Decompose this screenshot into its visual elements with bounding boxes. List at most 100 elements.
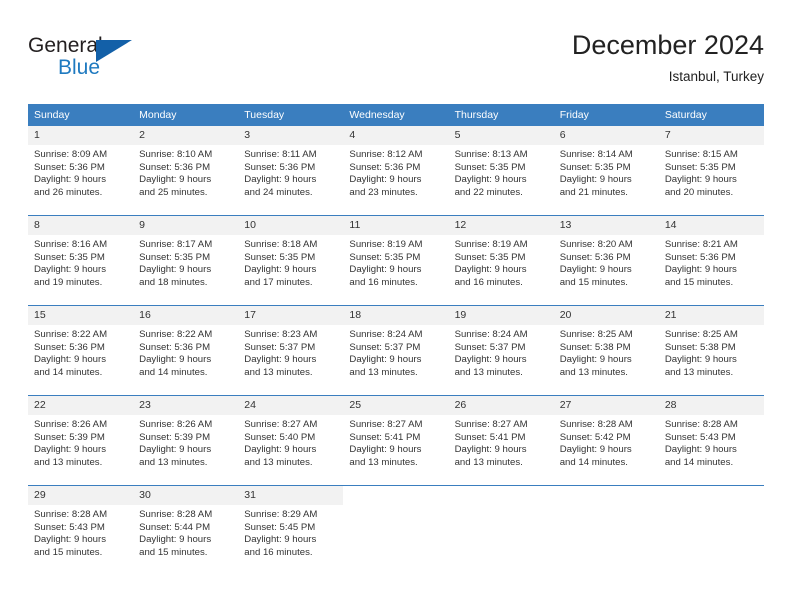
- daylight-line-1: Daylight: 9 hours: [559, 444, 632, 456]
- calendar-day-cell[interactable]: 16 Sunrise: 8:22 AM Sunset: 5:36 PM Dayligh…: [133, 305, 239, 396]
- calendar-day-cell[interactable]: 3 Sunrise: 8:11 AM Sunset: 5:36 PM Daylight…: [238, 126, 344, 216]
- day-number: 9: [133, 216, 239, 235]
- calendar-day-cell[interactable]: 18 Sunrise: 8:24 AM Sunset: 5:37 PM Dayligh…: [343, 305, 449, 396]
- sunset-time: Sunset: 5:35 PM: [244, 251, 316, 263]
- sunrise-time: Sunrise: 8:22 AM: [139, 329, 213, 340]
- day-details: Sunrise: 8:27 AM Sunset: 5:41 PM Daylight:…: [449, 415, 554, 469]
- calendar-day-cell[interactable]: 27 Sunrise: 8:28 AM Sunset: 5:42 PM Dayligh…: [553, 395, 659, 486]
- daylight-line-1: Daylight: 9 hours: [34, 534, 106, 546]
- calendar-day-cell[interactable]: 6 Sunrise: 8:14 AM Sunset: 5:35 PM Daylight…: [553, 126, 659, 216]
- calendar-day-cell[interactable]: 8 Sunrise: 8:16 AM Sunset: 5:35 PM Daylight…: [28, 215, 134, 306]
- calendar-day-cell[interactable]: 21 Sunrise: 8:25 AM Sunset: 5:38 PM Dayligh…: [658, 305, 764, 396]
- daylight-line-2: and 15 minutes.: [139, 546, 208, 558]
- sunset-time: Sunset: 5:35 PM: [139, 251, 211, 263]
- calendar-day-cell[interactable]: 20 Sunrise: 8:25 AM Sunset: 5:38 PM Dayligh…: [553, 305, 659, 396]
- daylight-line-2: and 20 minutes.: [664, 186, 734, 198]
- daylight-line-1: Daylight: 9 hours: [34, 174, 106, 186]
- calendar-day-cell[interactable]: 17 Sunrise: 8:23 AM Sunset: 5:37 PM Dayligh…: [238, 305, 344, 396]
- calendar-day-cell[interactable]: [448, 485, 554, 575]
- weekday-header-sunday: Sunday: [28, 104, 134, 126]
- day-cell-inner: [343, 486, 448, 575]
- sunrise-time: Sunrise: 8:15 AM: [664, 149, 738, 160]
- day-cell-inner: 8 Sunrise: 8:16 AM Sunset: 5:35 PM Daylight…: [28, 216, 134, 305]
- day-details: Sunrise: 8:28 AM Sunset: 5:42 PM Daylight:…: [554, 415, 659, 469]
- daylight-line-2: and 13 minutes.: [559, 366, 628, 378]
- sunrise-time: Sunrise: 8:18 AM: [244, 239, 318, 250]
- calendar-day-cell[interactable]: 9 Sunrise: 8:17 AM Sunset: 5:35 PM Daylight…: [133, 215, 239, 306]
- sunrise-time: Sunrise: 8:28 AM: [139, 509, 213, 520]
- sunset-time: Sunset: 5:43 PM: [664, 431, 736, 443]
- sunset-time: Sunset: 5:44 PM: [139, 521, 211, 533]
- day-number: 6: [553, 126, 659, 145]
- day-cell-inner: 14 Sunrise: 8:21 AM Sunset: 5:36 PM Dayligh…: [658, 216, 764, 305]
- daylight-line-1: Daylight: 9 hours: [349, 354, 422, 366]
- day-details: Sunrise: 8:12 AM Sunset: 5:36 PM Daylight:…: [343, 145, 448, 199]
- calendar-day-cell[interactable]: 7 Sunrise: 8:15 AM Sunset: 5:35 PM Daylight…: [658, 126, 764, 216]
- day-details: Sunrise: 8:17 AM Sunset: 5:35 PM Daylight:…: [133, 235, 238, 289]
- calendar-day-cell[interactable]: 22 Sunrise: 8:26 AM Sunset: 5:39 PM Dayligh…: [28, 395, 134, 486]
- calendar-day-cell[interactable]: 28 Sunrise: 8:28 AM Sunset: 5:43 PM Dayligh…: [658, 395, 764, 486]
- general-blue-logo[interactable]: General Blue: [28, 32, 158, 88]
- weekday-header-thursday: Thursday: [448, 104, 554, 126]
- calendar-day-cell[interactable]: 19 Sunrise: 8:24 AM Sunset: 5:37 PM Dayligh…: [448, 305, 554, 396]
- sunset-time: Sunset: 5:36 PM: [559, 251, 631, 263]
- calendar-day-cell[interactable]: 15 Sunrise: 8:22 AM Sunset: 5:36 PM Dayligh…: [28, 305, 134, 396]
- logo-word-blue: Blue: [58, 56, 101, 79]
- daylight-line-2: and 23 minutes.: [349, 186, 418, 198]
- calendar-day-cell[interactable]: 1 Sunrise: 8:09 AM Sunset: 5:36 PM Daylight…: [28, 126, 134, 216]
- day-cell-inner: [659, 486, 764, 575]
- day-number: [449, 486, 554, 505]
- calendar-day-cell[interactable]: 25 Sunrise: 8:27 AM Sunset: 5:41 PM Dayligh…: [343, 395, 449, 486]
- day-number: [554, 486, 659, 505]
- sunset-time: Sunset: 5:38 PM: [559, 341, 631, 353]
- daylight-line-1: Daylight: 9 hours: [34, 264, 106, 276]
- calendar-day-cell[interactable]: [553, 485, 659, 575]
- daylight-line-2: and 13 minutes.: [244, 366, 313, 378]
- calendar-day-cell[interactable]: 10 Sunrise: 8:18 AM Sunset: 5:35 PM Dayligh…: [238, 215, 344, 306]
- sunrise-time: Sunrise: 8:21 AM: [664, 239, 738, 250]
- calendar-day-cell[interactable]: [343, 485, 449, 575]
- sunset-time: Sunset: 5:36 PM: [139, 341, 211, 353]
- daylight-line-1: Daylight: 9 hours: [454, 444, 527, 456]
- day-cell-inner: 17 Sunrise: 8:23 AM Sunset: 5:37 PM Dayligh…: [238, 306, 344, 395]
- calendar-day-cell[interactable]: 13 Sunrise: 8:20 AM Sunset: 5:36 PM Dayligh…: [553, 215, 659, 306]
- calendar-day-cell[interactable]: 2 Sunrise: 8:10 AM Sunset: 5:36 PM Daylight…: [133, 126, 239, 216]
- calendar-day-cell[interactable]: 31 Sunrise: 8:29 AM Sunset: 5:45 PM Dayligh…: [238, 485, 344, 575]
- calendar-day-cell[interactable]: 24 Sunrise: 8:27 AM Sunset: 5:40 PM Dayligh…: [238, 395, 344, 486]
- day-details: Sunrise: 8:19 AM Sunset: 5:35 PM Daylight:…: [449, 235, 554, 289]
- calendar-week-row: 15 Sunrise: 8:22 AM Sunset: 5:36 PM Dayligh…: [28, 305, 764, 396]
- day-cell-inner: 10 Sunrise: 8:18 AM Sunset: 5:35 PM Dayligh…: [238, 216, 344, 305]
- daylight-line-2: and 15 minutes.: [559, 276, 628, 288]
- calendar-day-cell[interactable]: [658, 485, 764, 575]
- day-details: Sunrise: 8:20 AM Sunset: 5:36 PM Daylight:…: [554, 235, 659, 289]
- calendar-day-cell[interactable]: 12 Sunrise: 8:19 AM Sunset: 5:35 PM Dayligh…: [448, 215, 554, 306]
- day-details: Sunrise: 8:13 AM Sunset: 5:35 PM Daylight:…: [449, 145, 554, 199]
- sunrise-time: Sunrise: 8:29 AM: [244, 509, 318, 520]
- calendar-day-cell[interactable]: 26 Sunrise: 8:27 AM Sunset: 5:41 PM Dayligh…: [448, 395, 554, 486]
- calendar-day-cell[interactable]: 14 Sunrise: 8:21 AM Sunset: 5:36 PM Dayligh…: [658, 215, 764, 306]
- sunset-time: Sunset: 5:43 PM: [34, 521, 105, 533]
- sunset-time: Sunset: 5:41 PM: [454, 431, 526, 443]
- daylight-line-1: Daylight: 9 hours: [139, 534, 212, 546]
- daylight-line-1: Daylight: 9 hours: [664, 264, 737, 276]
- calendar-day-cell[interactable]: 5 Sunrise: 8:13 AM Sunset: 5:35 PM Daylight…: [448, 126, 554, 216]
- page-header: General Blue December 2024 Istanbul, Tur…: [28, 28, 764, 98]
- daylight-line-2: and 16 minutes.: [244, 546, 313, 558]
- daylight-line-1: Daylight: 9 hours: [454, 264, 527, 276]
- sunrise-time: Sunrise: 8:27 AM: [244, 419, 318, 430]
- calendar-day-cell[interactable]: 11 Sunrise: 8:19 AM Sunset: 5:35 PM Dayligh…: [343, 215, 449, 306]
- calendar-day-cell[interactable]: 30 Sunrise: 8:28 AM Sunset: 5:44 PM Dayligh…: [133, 485, 239, 575]
- daylight-line-2: and 21 minutes.: [559, 186, 628, 198]
- day-details: Sunrise: 8:22 AM Sunset: 5:36 PM Daylight:…: [133, 325, 238, 379]
- day-number: 18: [343, 306, 449, 325]
- calendar-day-cell[interactable]: 4 Sunrise: 8:12 AM Sunset: 5:36 PM Daylight…: [343, 126, 449, 216]
- sunset-time: Sunset: 5:39 PM: [34, 431, 105, 443]
- daylight-line-1: Daylight: 9 hours: [244, 174, 317, 186]
- calendar-day-cell[interactable]: 29 Sunrise: 8:28 AM Sunset: 5:43 PM Dayligh…: [28, 485, 134, 575]
- sunset-time: Sunset: 5:35 PM: [664, 161, 736, 173]
- day-details: Sunrise: 8:22 AM Sunset: 5:36 PM Daylight:…: [28, 325, 133, 379]
- day-cell-inner: 31 Sunrise: 8:29 AM Sunset: 5:45 PM Dayligh…: [238, 486, 344, 575]
- sunrise-time: Sunrise: 8:27 AM: [454, 419, 528, 430]
- daylight-line-2: and 13 minutes.: [349, 366, 418, 378]
- calendar-day-cell[interactable]: 23 Sunrise: 8:26 AM Sunset: 5:39 PM Dayligh…: [133, 395, 239, 486]
